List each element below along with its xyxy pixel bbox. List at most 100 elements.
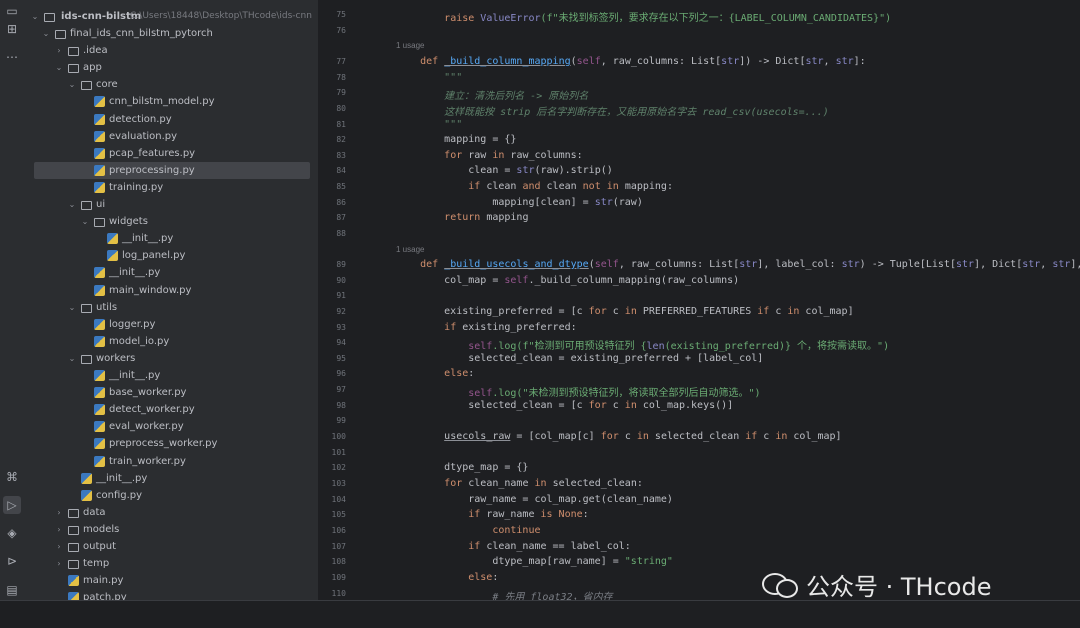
tree-folder[interactable]: ⌄ workers xyxy=(24,350,310,367)
tree-folder[interactable]: ⌄ final_ids_cnn_bilstm_pytorch xyxy=(24,25,310,42)
tree-folder[interactable]: ⌄ widgets xyxy=(24,213,310,230)
tree-file[interactable]: model_io.py xyxy=(24,333,310,350)
run-icon[interactable]: ▷ xyxy=(3,496,21,514)
code-line[interactable]: continue xyxy=(396,525,540,536)
tree-root[interactable]: ⌄ ids-cnn-bilstm C:\Users\18448\Desktop\… xyxy=(24,8,312,25)
tree-file[interactable]: preprocess_worker.py xyxy=(24,435,310,452)
code-line[interactable]: dtype_map = {} xyxy=(396,462,528,473)
code-line[interactable]: """ xyxy=(396,119,462,130)
tree-folder[interactable]: › temp xyxy=(24,555,310,572)
tree-file[interactable]: __init__.py xyxy=(24,264,310,281)
tree-file[interactable]: main.py xyxy=(24,572,310,589)
tree-file[interactable]: __init__.py xyxy=(24,230,310,247)
code-line[interactable]: dtype_map[raw_name] = "string" xyxy=(396,556,673,567)
code-line[interactable]: def _build_usecols_and_dtype(self, raw_c… xyxy=(396,259,1080,270)
chevron-down-icon[interactable]: ⌄ xyxy=(67,196,77,213)
code-editor[interactable]: 75 raise ValueError(f"未找到标签列，要求存在以下列之一：{… xyxy=(318,0,1080,600)
code-token: in xyxy=(624,400,643,411)
tree-file[interactable]: main_window.py xyxy=(24,282,310,299)
code-line[interactable]: if raw_name is None: xyxy=(396,509,588,520)
structure-icon[interactable]: ⊞ xyxy=(3,20,21,38)
code-line[interactable]: usecols_raw = [col_map[c] for c in selec… xyxy=(396,431,841,442)
code-line[interactable]: existing_preferred = [c for c in PREFERR… xyxy=(396,306,853,317)
tree-file[interactable]: config.py xyxy=(24,487,310,504)
tree-item-label: workers xyxy=(96,352,136,364)
chevron-down-icon[interactable]: ⌄ xyxy=(30,8,40,25)
tree-file[interactable]: preprocessing.py xyxy=(34,161,310,179)
tree-file[interactable]: base_worker.py xyxy=(24,384,310,401)
terminal-icon[interactable]: ▤ xyxy=(3,581,21,599)
code-token: def xyxy=(420,259,445,270)
tree-file[interactable]: eval_worker.py xyxy=(24,418,310,435)
tree-file[interactable]: __init__.py xyxy=(24,470,310,487)
more-icon[interactable]: ⋯ xyxy=(3,48,21,66)
tree-file[interactable]: logger.py xyxy=(24,316,310,333)
tree-file[interactable]: detection.py xyxy=(24,111,310,128)
code-line[interactable]: raise ValueError(f"未找到标签列，要求存在以下列之一：{LAB… xyxy=(396,9,891,24)
tree-item-label: logger.py xyxy=(109,318,156,330)
code-line[interactable]: 这样既能按 strip 后名字判断存在，又能用原始名字去 read_csv(us… xyxy=(396,103,829,118)
code-line[interactable]: """ xyxy=(396,72,462,83)
code-line[interactable]: for clean_name in selected_clean: xyxy=(396,478,643,489)
tree-file[interactable]: __init__.py xyxy=(24,367,310,384)
line-number: 77 xyxy=(336,57,346,66)
tree-file[interactable]: train_worker.py xyxy=(24,453,310,470)
tree-file[interactable]: detect_worker.py xyxy=(24,401,310,418)
tree-folder[interactable]: › data xyxy=(24,504,310,521)
code-line[interactable]: if existing_preferred: xyxy=(396,322,576,333)
code-line[interactable]: mapping = {} xyxy=(396,134,516,145)
tree-folder[interactable]: ⌄ ui xyxy=(24,196,310,213)
chevron-right-icon[interactable]: › xyxy=(54,555,64,572)
tree-item-label: training.py xyxy=(109,181,164,193)
tree-folder[interactable]: ⌄ utils xyxy=(24,299,310,316)
code-line[interactable]: selected_clean = [c for c in col_map.key… xyxy=(396,400,733,411)
code-line[interactable]: else: xyxy=(396,368,474,379)
python-file-icon xyxy=(107,250,118,262)
chevron-down-icon[interactable]: ⌄ xyxy=(67,350,77,367)
usage-hint[interactable]: 1 usage xyxy=(396,41,424,50)
folder-icon[interactable]: ▭ xyxy=(3,2,21,20)
line-number: 83 xyxy=(336,151,346,160)
code-line[interactable]: return mapping xyxy=(396,212,528,223)
chevron-down-icon[interactable]: ⌄ xyxy=(67,299,77,316)
chevron-down-icon[interactable]: ⌄ xyxy=(41,25,51,42)
code-line[interactable]: raw_name = col_map.get(clean_name) xyxy=(396,494,673,505)
line-number: 99 xyxy=(336,416,346,425)
chevron-right-icon[interactable]: › xyxy=(54,521,64,538)
tree-folder[interactable]: ⌄ app xyxy=(24,59,310,76)
tree-folder[interactable]: › output xyxy=(24,538,310,555)
tree-file[interactable]: pcap_features.py xyxy=(24,145,310,162)
tree-folder[interactable]: › .idea xyxy=(24,42,310,59)
code-line[interactable]: clean = str(raw).strip() xyxy=(396,165,613,176)
tree-file[interactable]: training.py xyxy=(24,179,310,196)
code-line[interactable]: 建立：清洗后列名 -> 原始列名 xyxy=(396,87,588,102)
tree-file[interactable]: evaluation.py xyxy=(24,128,310,145)
chevron-down-icon[interactable]: ⌄ xyxy=(54,59,64,76)
code-line[interactable]: col_map = self._build_column_mapping(raw… xyxy=(396,275,739,286)
debug-icon[interactable]: ⊳ xyxy=(3,552,21,570)
code-line[interactable]: if clean and clean not in mapping: xyxy=(396,181,673,192)
code-line[interactable]: # 先用 float32，省内存 xyxy=(396,588,612,600)
chevron-right-icon[interactable]: › xyxy=(54,42,64,59)
code-line[interactable]: def _build_column_mapping(self, raw_colu… xyxy=(396,56,866,67)
chevron-right-icon[interactable]: › xyxy=(54,504,64,521)
tree-folder[interactable]: ⌄ core xyxy=(24,76,310,93)
tree-file[interactable]: cnn_bilstm_model.py xyxy=(24,93,310,110)
code-token: usecols_raw xyxy=(444,431,511,442)
layers-icon[interactable]: ◈ xyxy=(3,524,21,542)
code-line[interactable]: for raw in raw_columns: xyxy=(396,150,583,161)
code-line[interactable]: self.log(f"检测到可用预设特征列 {len(existing_pref… xyxy=(396,337,889,352)
tree-file[interactable]: log_panel.py xyxy=(24,247,310,264)
chevron-down-icon[interactable]: ⌄ xyxy=(80,213,90,230)
python-icon[interactable]: ⌘ xyxy=(3,468,21,486)
code-line[interactable]: mapping[clean] = str(raw) xyxy=(396,197,643,208)
chevron-right-icon[interactable]: › xyxy=(54,538,64,555)
usage-hint[interactable]: 1 usage xyxy=(396,245,424,254)
code-line[interactable]: self.log("未检测到预设特征列，将读取全部列后自动筛选。") xyxy=(396,384,760,399)
code-line[interactable]: else: xyxy=(396,572,498,583)
python-file-icon xyxy=(94,181,105,193)
tree-folder[interactable]: › models xyxy=(24,521,310,538)
chevron-down-icon[interactable]: ⌄ xyxy=(67,76,77,93)
code-line[interactable]: if clean_name == label_col: xyxy=(396,541,631,552)
code-line[interactable]: selected_clean = existing_preferred + [l… xyxy=(396,353,763,364)
